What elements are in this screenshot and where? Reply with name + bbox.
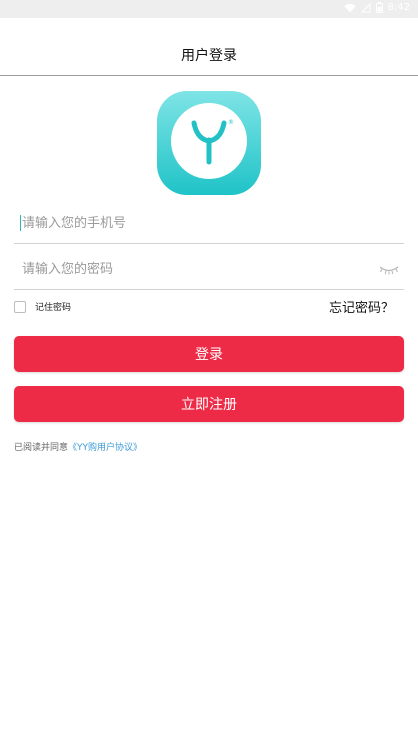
- wifi-icon: [343, 3, 356, 12]
- agreement-text: 已阅读并同意《YY购用户协议》: [14, 440, 142, 453]
- register-button[interactable]: 立即注册: [14, 386, 404, 422]
- text-cursor: [20, 215, 21, 231]
- status-time: 8:42: [387, 2, 410, 13]
- user-agreement-link[interactable]: 《YY购用户协议》: [68, 443, 142, 453]
- title-bar: 用户登录: [0, 18, 418, 76]
- battery-icon: [375, 2, 383, 13]
- password-field[interactable]: [14, 250, 404, 290]
- remember-checkbox[interactable]: [14, 300, 26, 313]
- password-input[interactable]: [22, 258, 362, 280]
- forgot-password-link[interactable]: 忘记密码？: [329, 297, 394, 316]
- eye-closed-icon[interactable]: [378, 262, 400, 276]
- page-title: 用户登录: [181, 48, 237, 64]
- remember-label: 记住密码: [35, 303, 72, 313]
- remember-password[interactable]: 记住密码: [14, 300, 71, 313]
- app-logo: ®: [157, 91, 261, 195]
- phone-field[interactable]: [14, 204, 404, 244]
- registered-mark: ®: [228, 119, 234, 126]
- no-signal-icon: [360, 2, 371, 12]
- status-bar: 8:42: [0, 0, 418, 18]
- agreement-prefix: 已阅读并同意: [14, 443, 69, 453]
- phone-input[interactable]: [22, 212, 362, 234]
- status-icons: 8:42: [343, 2, 410, 13]
- login-button[interactable]: 登录: [14, 336, 404, 372]
